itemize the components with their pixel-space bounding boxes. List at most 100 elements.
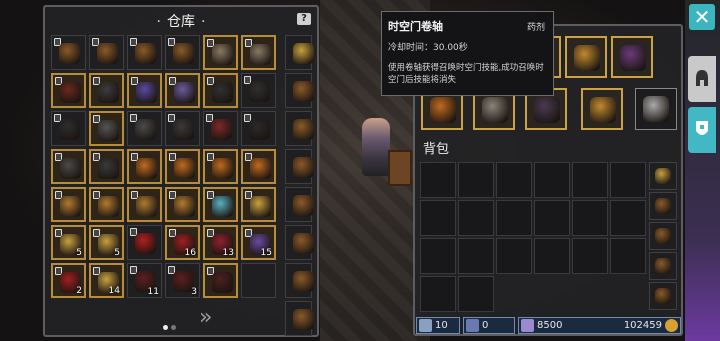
storage-slot[interactable]: 5 — [51, 225, 86, 260]
storage-slot[interactable] — [241, 35, 276, 70]
storage-side-slot[interactable] — [285, 149, 314, 184]
equip-slot[interactable] — [565, 36, 607, 78]
storage-side-slot[interactable] — [285, 225, 314, 260]
storage-slot[interactable]: 15 — [241, 225, 276, 260]
bag-slot[interactable] — [610, 200, 646, 236]
ring-icon — [574, 45, 600, 71]
bag-icon — [655, 258, 671, 274]
bag-slot[interactable] — [420, 238, 456, 274]
bag-side-slot[interactable] — [649, 222, 677, 250]
storage-side-slot[interactable] — [285, 263, 314, 298]
storage-slot[interactable] — [241, 111, 276, 146]
storage-slot[interactable] — [89, 187, 124, 222]
equip-slot[interactable] — [611, 36, 653, 78]
storage-slot[interactable] — [203, 263, 238, 298]
bag-slot[interactable] — [610, 238, 646, 274]
bag-slot[interactable] — [534, 238, 570, 274]
armor-tab-icon — [696, 121, 708, 135]
storage-slot[interactable] — [127, 111, 162, 146]
bag-side-slot[interactable] — [649, 282, 677, 310]
storage-slot[interactable] — [203, 73, 238, 108]
bag-slot[interactable] — [534, 162, 570, 198]
storage-slot[interactable] — [127, 73, 162, 108]
equip-slot[interactable] — [581, 88, 623, 130]
storage-slot[interactable]: 3 — [165, 263, 200, 298]
ring-icon — [590, 97, 616, 123]
storage-slot[interactable] — [165, 111, 200, 146]
storage-slot[interactable]: 13 — [203, 225, 238, 260]
bag-slot[interactable] — [572, 238, 608, 274]
bag-slot[interactable] — [458, 200, 494, 236]
amulet-icon — [136, 158, 157, 179]
storage-slot[interactable] — [241, 263, 276, 298]
page-dot-active[interactable] — [163, 325, 168, 330]
storage-slot[interactable]: 14 — [89, 263, 124, 298]
bag-slot[interactable] — [572, 200, 608, 236]
storage-slot[interactable]: 5 — [89, 225, 124, 260]
staff-icon — [620, 45, 646, 71]
next-page-icon[interactable]: » — [199, 305, 212, 330]
item-count: 2 — [76, 286, 82, 296]
bag-icon — [293, 271, 314, 292]
bag-slot[interactable] — [420, 276, 456, 312]
status-bar: 10 0 8500 102459 — [416, 317, 682, 334]
storage-side-slot[interactable] — [285, 73, 314, 108]
bag-slot[interactable] — [496, 162, 532, 198]
tab-character[interactable] — [688, 56, 716, 102]
bag-side-slot[interactable] — [649, 252, 677, 280]
storage-side-slot[interactable] — [285, 301, 314, 336]
storage-slot[interactable] — [89, 73, 124, 108]
storage-slot[interactable] — [51, 111, 86, 146]
help-icon[interactable]: ? — [297, 13, 311, 25]
storage-slot[interactable] — [127, 149, 162, 184]
storage-slot[interactable] — [165, 73, 200, 108]
ring-icon — [60, 196, 81, 217]
storage-slot[interactable] — [241, 73, 276, 108]
storage-slot[interactable] — [203, 187, 238, 222]
armor-icon — [98, 120, 119, 141]
equip-slot[interactable] — [635, 88, 677, 130]
page-dot[interactable] — [171, 325, 176, 330]
bag-slot[interactable] — [420, 162, 456, 198]
storage-slot[interactable] — [51, 149, 86, 184]
item-count: 11 — [147, 287, 159, 297]
storage-slot[interactable] — [127, 225, 162, 260]
close-button[interactable]: ✕ — [689, 4, 715, 30]
bow-icon — [98, 158, 119, 179]
storage-slot[interactable] — [203, 35, 238, 70]
storage-slot[interactable]: 11 — [127, 263, 162, 298]
storage-slot[interactable] — [203, 111, 238, 146]
bag-slot[interactable] — [496, 200, 532, 236]
storage-slot[interactable]: 2 — [51, 263, 86, 298]
storage-side-slot[interactable] — [285, 35, 314, 70]
tab-bag[interactable] — [688, 107, 716, 153]
storage-slot[interactable] — [165, 187, 200, 222]
bag-slot[interactable] — [458, 162, 494, 198]
storage-slot[interactable]: 16 — [165, 225, 200, 260]
bag-slot[interactable] — [458, 276, 494, 312]
bag-side-slot[interactable] — [649, 192, 677, 220]
storage-slot[interactable] — [51, 73, 86, 108]
bag-slot[interactable] — [420, 200, 456, 236]
storage-slot[interactable] — [127, 35, 162, 70]
storage-slot[interactable] — [165, 149, 200, 184]
bag-slot[interactable] — [572, 162, 608, 198]
storage-side-slot[interactable] — [285, 187, 314, 222]
storage-slot[interactable] — [51, 35, 86, 70]
bag-slot[interactable] — [610, 162, 646, 198]
storage-slot[interactable] — [241, 149, 276, 184]
storage-side-slot[interactable] — [285, 111, 314, 146]
storage-slot[interactable] — [89, 111, 124, 146]
storage-slot[interactable] — [203, 149, 238, 184]
storage-slot[interactable] — [89, 149, 124, 184]
bag-slot[interactable] — [534, 200, 570, 236]
storage-slot[interactable] — [241, 187, 276, 222]
storage-slot[interactable] — [51, 187, 86, 222]
wand-icon — [60, 158, 81, 179]
bag-slot[interactable] — [458, 238, 494, 274]
storage-slot[interactable] — [89, 35, 124, 70]
bag-slot[interactable] — [496, 238, 532, 274]
bag-side-slot[interactable] — [649, 162, 677, 190]
storage-slot[interactable] — [165, 35, 200, 70]
storage-slot[interactable] — [127, 187, 162, 222]
